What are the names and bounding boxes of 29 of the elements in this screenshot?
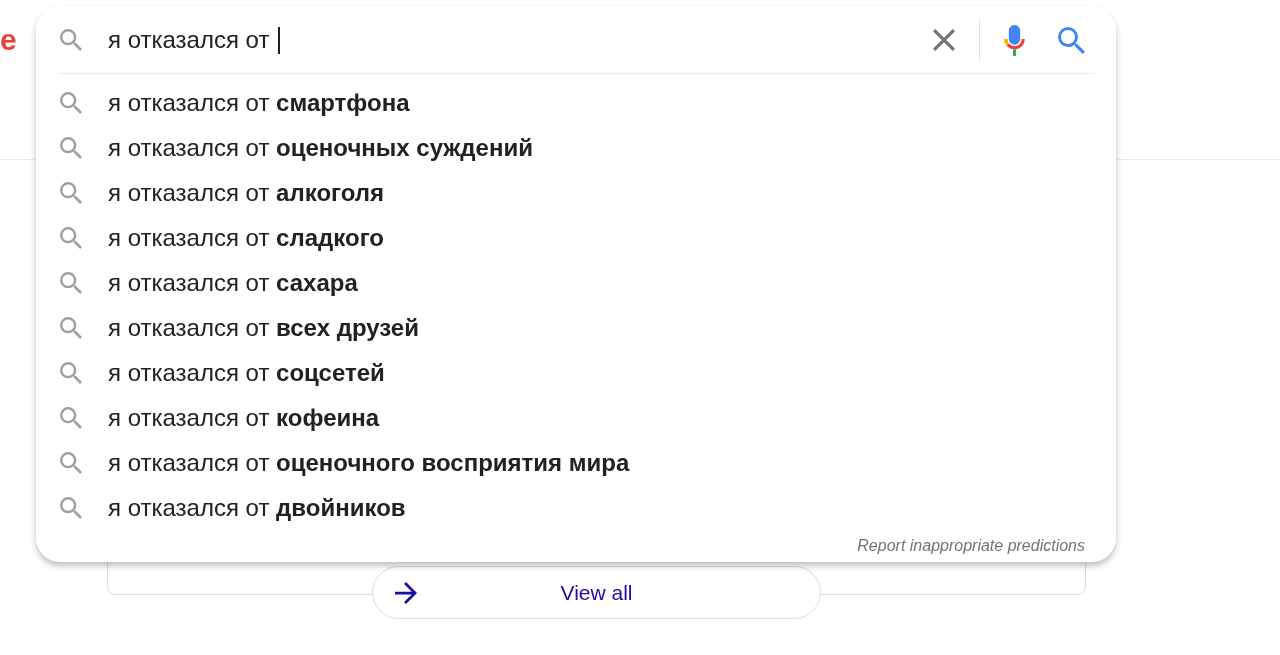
suggestion-link[interactable]: я отказался от алкоголя — [108, 178, 385, 207]
suggestion-link[interactable]: я отказался от смартфона — [108, 88, 410, 117]
search-icon — [60, 91, 82, 114]
suggestion-link[interactable]: я отказался от сладкого — [108, 223, 384, 252]
search-icon — [60, 361, 82, 384]
suggestion-link[interactable]: я отказался от сахара — [108, 268, 358, 297]
search-icon — [60, 316, 82, 339]
search-icon — [60, 181, 82, 204]
search-icon — [60, 226, 82, 249]
search-icon — [60, 451, 82, 474]
suggestion-link[interactable]: я отказался от всех друзей — [108, 313, 419, 342]
view-all-button[interactable]: View all — [372, 566, 821, 619]
arrow-icon — [395, 581, 417, 604]
suggestion-link[interactable]: я отказался от кофеина — [108, 403, 380, 432]
suggestion-link[interactable]: я отказался от соцсетей — [108, 358, 385, 387]
suggestion-link[interactable]: я отказался от двойников — [108, 493, 406, 522]
microphone-icon[interactable] — [1004, 24, 1025, 56]
search-icon — [60, 496, 82, 519]
search-icon — [60, 136, 82, 159]
suggestion-link[interactable]: я отказался от оценочного восприятия мира — [108, 448, 630, 477]
search-icon — [60, 29, 82, 51]
search-input[interactable]: я отказался от — [108, 22, 933, 58]
report-link[interactable]: Report inappropriate predictions — [857, 536, 1085, 556]
close-icon[interactable] — [933, 29, 955, 51]
search-icon[interactable] — [1058, 26, 1085, 54]
search-icon — [60, 406, 82, 429]
suggestion-link[interactable]: я отказался от оценочных суждений — [108, 133, 533, 162]
search-icon — [60, 271, 82, 294]
logo-letter: e — [0, 24, 17, 56]
